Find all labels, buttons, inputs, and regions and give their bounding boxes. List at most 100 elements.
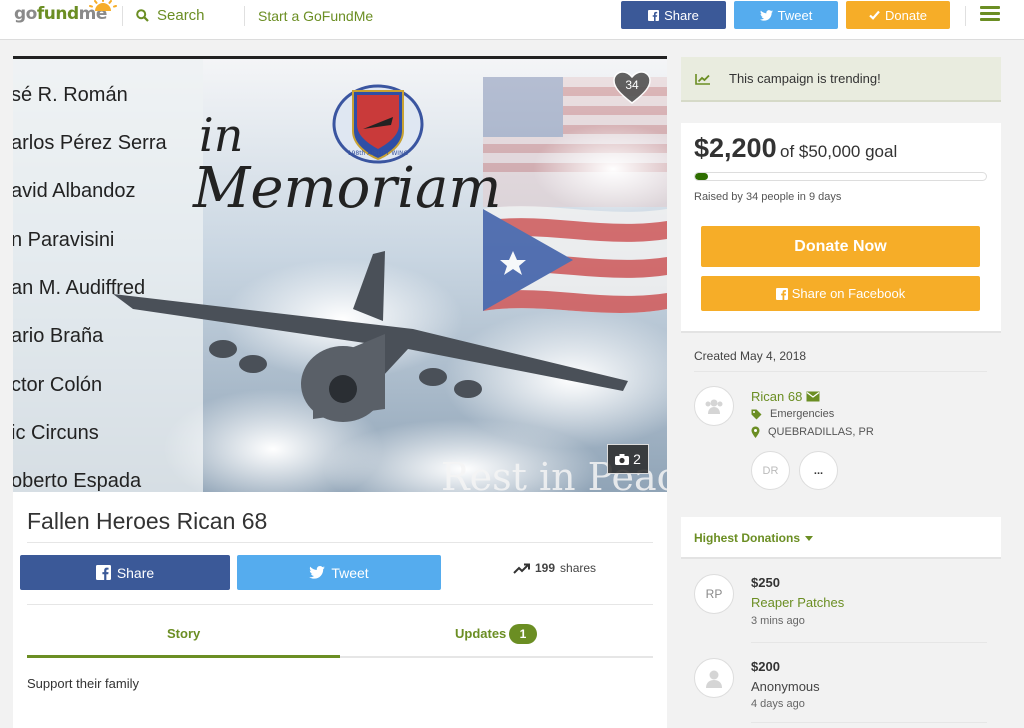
hero-name: oberto Espada [13,470,142,492]
photo-gallery-button[interactable]: 2 [607,444,649,474]
tab-story[interactable]: Story [167,626,200,641]
header-share-facebook-button[interactable]: Share [621,1,726,29]
share-label: Share [116,564,155,581]
tweet-button[interactable]: Tweet [237,555,441,590]
header-tweet-label: Tweet [777,7,813,23]
share-on-facebook-button[interactable]: Share on Facebook [701,276,980,311]
trending-icon [513,563,530,574]
organizer-avatar[interactable] [694,386,734,426]
facebook-icon [95,565,111,580]
header-tweet-button[interactable]: Tweet [734,1,838,29]
caret-down-icon [805,535,814,541]
tag-icon [751,409,762,419]
hamburger-icon[interactable] [980,6,1000,24]
air-wing-seal: 198th AIRLIFT WING [332,84,424,164]
updates-count-badge: 1 [509,624,537,644]
raised-amount: $2,200 [694,133,777,163]
heart-counter[interactable]: 34 [613,71,651,110]
campaign-hero-image[interactable]: sé R. Román arlos Pérez Serra avid Alban… [13,56,667,492]
envelope-icon[interactable] [806,391,820,402]
divider [751,722,987,723]
checkmark-icon [869,10,880,20]
donor-name: Reaper Patches [751,595,845,610]
heart-icon: 34 [613,71,651,104]
donor-avatar: RP [694,574,734,614]
donation-amount: $200 [751,659,780,674]
active-tab-indicator [27,655,340,658]
share-on-facebook-label: Share on Facebook [791,286,906,301]
logo-sun-icon [89,0,117,11]
facebook-icon [775,287,788,300]
top-navbar: gofundme Search Start a GoFundMe Share T… [0,0,1024,40]
search-link[interactable]: Search [136,7,205,24]
category-text[interactable]: Emergencies [770,408,834,420]
hero-name: ctor Colón [13,374,102,396]
location-pin-icon [751,426,760,438]
divider [694,371,987,372]
logo-text-go: go [14,4,37,24]
share-facebook-button[interactable]: Share [20,555,230,590]
header-donate-label: Donate [885,7,927,23]
tab-underline [340,656,653,658]
header-divider [122,6,123,26]
search-icon [136,9,149,22]
header-divider [244,6,245,26]
twitter-icon [309,566,326,579]
category-row: Emergencies [751,408,834,420]
header-donate-button[interactable]: Donate [846,1,950,29]
photo-count: 2 [633,451,641,467]
group-icon [705,399,723,414]
twitter-icon [759,9,773,21]
highest-donations-label: Highest Donations [694,531,801,545]
divider [751,642,987,643]
highest-donations-dropdown[interactable]: Highest Donations [694,531,814,545]
header-share-label: Share [664,7,699,23]
raised-by-text: Raised by 34 people in 9 days [694,191,842,203]
hero-name: ic Circuns [13,422,99,444]
facebook-icon [648,9,660,21]
trending-banner: This campaign is trending! [681,57,1001,102]
hero-name: n Paravisini [13,229,114,251]
camera-icon [615,453,630,465]
search-label: Search [157,7,205,24]
trending-chart-icon [695,73,710,85]
trending-text: This campaign is trending! [729,71,881,86]
tweet-label: Tweet [331,564,369,581]
user-icon [706,670,722,688]
story-text: Support their family [27,676,139,691]
more-team-button[interactable]: ... [799,451,838,490]
logo-text-fund: fund [36,4,79,24]
created-date: Created May 4, 2018 [694,349,807,363]
hero-name: ario Braña [13,325,104,347]
campaign-title: Fallen Heroes Rican 68 [27,508,268,534]
progress-bar-fill [695,173,708,180]
donor-avatar-anonymous [694,658,734,698]
tab-updates[interactable]: Updates [455,626,506,641]
gofundme-logo[interactable]: gofundme [14,0,117,24]
donation-amount: $250 [751,575,780,590]
hero-name: avid Albandoz [13,180,136,202]
shares-counter: 199 shares [513,561,596,575]
shares-label: shares [560,561,597,575]
shares-count: 199 [535,561,556,575]
hero-name: arlos Pérez Serra [13,132,167,154]
organizer-name: Rican 68 [751,389,803,404]
hero-name: sé R. Román [13,84,128,106]
location-text: QUEBRADILLAS, PR [768,426,874,438]
goal-text: of $50,000 goal [780,142,898,161]
donor-name: Anonymous [751,679,820,694]
header-divider [965,6,966,26]
divider [27,604,653,605]
team-member-avatar[interactable]: DR [751,451,790,490]
donation-time: 4 days ago [751,698,805,710]
donation-time: 3 mins ago [751,615,805,627]
hero-headline-in: in [199,108,243,162]
progress-bar [694,172,987,181]
donate-now-button[interactable]: Donate Now [701,226,980,267]
heart-count: 34 [625,78,639,92]
location-row: QUEBRADILLAS, PR [751,426,874,438]
divider [27,542,653,543]
start-gofundme-link[interactable]: Start a GoFundMe [258,8,373,24]
hero-headline-memoriam: Memoriam [192,156,501,221]
organizer-link[interactable]: Rican 68 [751,389,820,404]
